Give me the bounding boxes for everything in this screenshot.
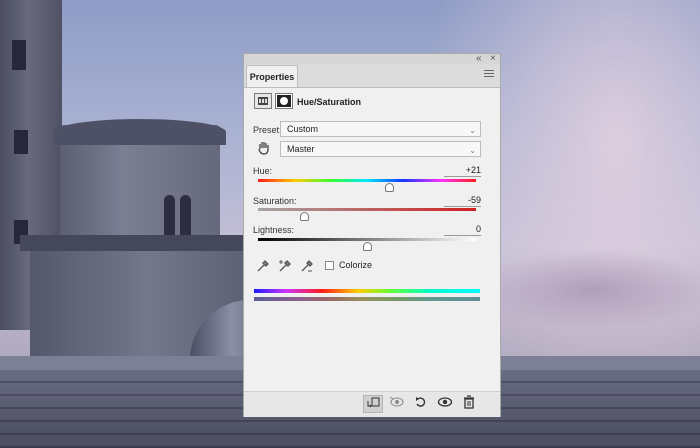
clip-to-layer-button[interactable] [363, 395, 383, 413]
eyedropper-subtract-icon[interactable] [300, 259, 314, 276]
output-color-bar [254, 297, 480, 301]
preset-label: Preset: [253, 125, 282, 135]
reset-icon [416, 397, 426, 407]
panel-bottom-toolbar [244, 391, 500, 417]
colorize-checkbox[interactable] [325, 261, 334, 270]
channel-dropdown[interactable]: Master ⌄ [280, 141, 481, 157]
hue-slider-track[interactable] [258, 179, 476, 182]
eyedropper-icon[interactable] [256, 259, 270, 276]
delete-button[interactable] [459, 395, 479, 413]
view-previous-state-icon [389, 396, 404, 407]
reset-button[interactable] [411, 395, 431, 413]
panel-tabbar: Properties [244, 64, 500, 88]
hue-value-field[interactable]: +21 [444, 164, 481, 177]
lightness-slider-track[interactable] [258, 238, 476, 241]
chevron-down-icon: ⌄ [469, 146, 476, 155]
chevron-down-icon: ⌄ [469, 126, 476, 135]
lightness-value-field[interactable]: 0 [444, 223, 481, 236]
trash-icon [464, 395, 474, 409]
lightness-label: Lightness: [253, 225, 295, 235]
view-previous-state-button[interactable] [387, 395, 407, 413]
adjustment-title: Hue/Saturation [297, 97, 362, 107]
adjustment-layer-icon [254, 93, 272, 109]
tab-properties[interactable]: Properties [246, 65, 298, 87]
preset-value: Custom [287, 124, 319, 134]
panel-menu-icon[interactable] [484, 70, 494, 79]
hue-label: Hue: [253, 166, 273, 176]
input-color-bar [254, 289, 480, 293]
layer-mask-icon[interactable] [275, 93, 293, 109]
clip-to-layer-icon [367, 397, 380, 408]
close-icon[interactable]: × [490, 53, 496, 64]
targeted-adjustment-hand-icon[interactable] [256, 140, 272, 159]
saturation-slider-track[interactable] [258, 208, 476, 211]
visibility-eye-icon [437, 397, 453, 407]
eyedropper-add-icon[interactable] [278, 259, 292, 276]
visibility-button[interactable] [435, 395, 455, 413]
double-chevron-icon[interactable]: « [476, 53, 482, 64]
colorize-label: Colorize [339, 260, 373, 270]
saturation-label: Saturation: [253, 196, 297, 206]
preset-dropdown[interactable]: Custom ⌄ [280, 121, 481, 137]
channel-value: Master [287, 144, 315, 154]
properties-panel: « × Properties Hue/Saturation Preset: Cu… [243, 53, 501, 417]
saturation-value-field[interactable]: -59 [444, 194, 481, 207]
